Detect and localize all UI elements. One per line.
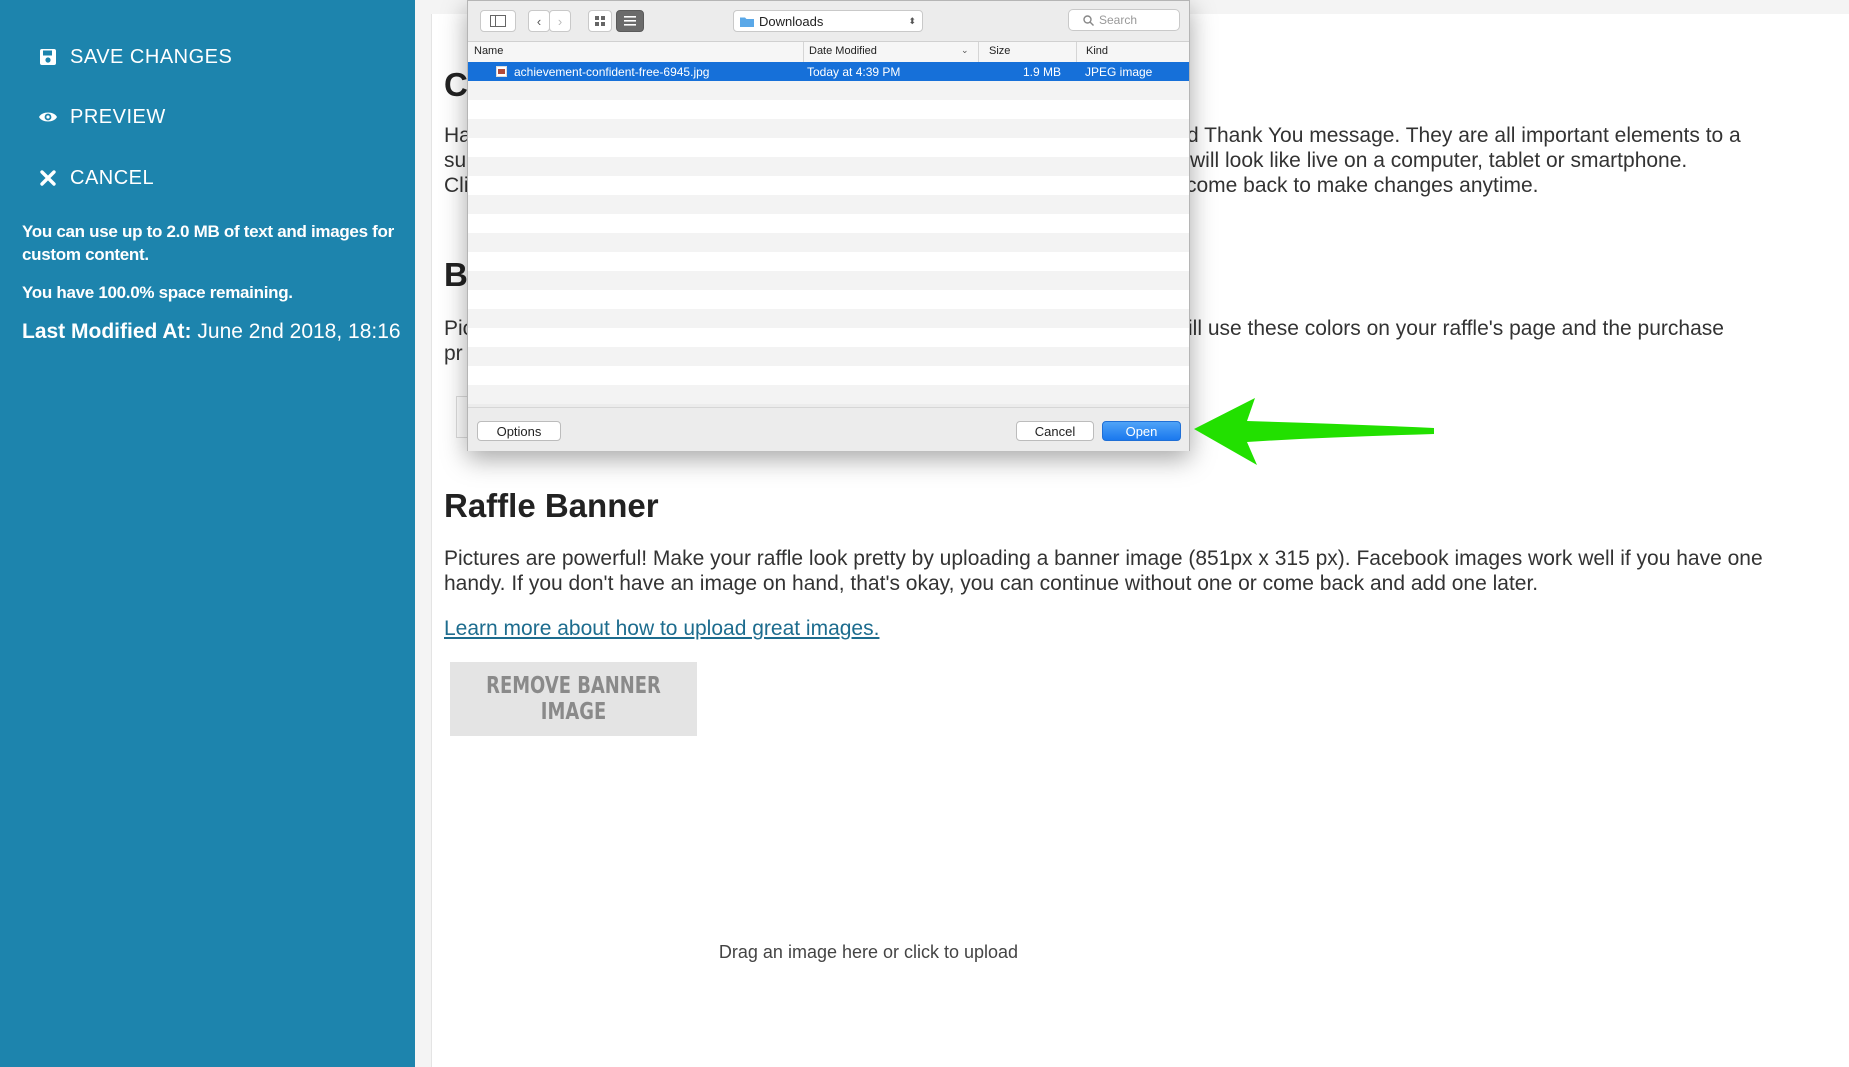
text-fragment: su bbox=[444, 149, 467, 172]
icon-view-button[interactable] bbox=[588, 10, 612, 32]
empty-row bbox=[468, 195, 1189, 214]
empty-row bbox=[468, 252, 1189, 271]
up-down-chevron-icon: ⬍ bbox=[908, 15, 916, 26]
empty-row bbox=[468, 309, 1189, 328]
file-open-dialog: ‹ › Downloads ⬍ Search Name Date Modifie… bbox=[467, 0, 1190, 451]
storage-usage-text: You can use up to 2.0 MB of text and ima… bbox=[22, 222, 394, 264]
file-row[interactable]: achievement-confident-free-6945.jpg Toda… bbox=[468, 62, 1189, 81]
save-icon bbox=[40, 49, 56, 65]
empty-row bbox=[468, 385, 1189, 404]
eye-icon bbox=[39, 112, 57, 122]
back-button[interactable]: ‹ bbox=[528, 10, 550, 32]
sidebar-toggle-button[interactable] bbox=[480, 10, 516, 32]
text-fragment: come back to make changes anytime. bbox=[1186, 174, 1539, 197]
empty-row bbox=[468, 347, 1189, 366]
column-date-modified[interactable]: Date Modified bbox=[809, 45, 877, 57]
remove-banner-button[interactable]: REMOVE BANNER IMAGE bbox=[450, 662, 697, 736]
folder-selector[interactable]: Downloads ⬍ bbox=[733, 10, 923, 32]
file-date: Today at 4:39 PM bbox=[807, 65, 901, 79]
preview-button[interactable]: PREVIEW bbox=[38, 99, 166, 135]
empty-row bbox=[468, 290, 1189, 309]
space-remaining-text: You have 100.0% space remaining. bbox=[22, 283, 293, 302]
open-button[interactable]: Open bbox=[1102, 421, 1181, 441]
empty-row bbox=[468, 176, 1189, 195]
file-list: achievement-confident-free-6945.jpg Toda… bbox=[468, 62, 1189, 407]
sidebar: SAVE CHANGES PREVIEW CANCEL You can use … bbox=[0, 0, 415, 1067]
text-fragment: will look like live on a computer, table… bbox=[1190, 149, 1688, 172]
last-modified-label: Last Modified At: bbox=[22, 320, 192, 343]
remove-banner-label: REMOVE BANNER IMAGE bbox=[486, 673, 661, 725]
file-name: achievement-confident-free-6945.jpg bbox=[514, 65, 710, 79]
image-file-icon bbox=[496, 66, 507, 77]
learn-more-container: Learn more about how to upload great ima… bbox=[444, 616, 1824, 641]
column-size[interactable]: Size bbox=[989, 45, 1010, 57]
preview-label: PREVIEW bbox=[70, 105, 166, 128]
close-icon bbox=[40, 170, 56, 186]
image-dropzone[interactable]: Drag an image here or click to upload bbox=[0, 942, 1849, 963]
empty-row bbox=[468, 157, 1189, 176]
file-kind: JPEG image bbox=[1085, 65, 1153, 79]
text-fragment: pr bbox=[444, 342, 463, 365]
search-placeholder: Search bbox=[1099, 13, 1138, 27]
empty-row bbox=[468, 328, 1189, 347]
empty-row bbox=[468, 119, 1189, 138]
text-fragment: d Thank You message. They are all import… bbox=[1187, 124, 1741, 147]
last-modified: Last Modified At: June 2nd 2018, 18:16 bbox=[22, 320, 401, 344]
empty-row bbox=[468, 100, 1189, 119]
annotation-arrow-icon bbox=[1194, 398, 1434, 465]
empty-row bbox=[468, 138, 1189, 157]
list-icon bbox=[624, 16, 636, 26]
last-modified-value: June 2nd 2018, 18:16 bbox=[197, 320, 401, 343]
empty-row bbox=[468, 233, 1189, 252]
dialog-cancel-button[interactable]: Cancel bbox=[1016, 421, 1094, 441]
file-list-header: Name Date Modified ⌄ Size Kind bbox=[468, 41, 1189, 63]
empty-row bbox=[468, 366, 1189, 385]
save-changes-label: SAVE CHANGES bbox=[70, 45, 233, 68]
forward-button[interactable]: › bbox=[549, 10, 571, 32]
text-fragment: Cli bbox=[444, 174, 469, 197]
file-size: 1.9 MB bbox=[1023, 65, 1062, 79]
raffle-banner-heading: Raffle Banner bbox=[444, 487, 659, 524]
options-button[interactable]: Options bbox=[477, 421, 561, 441]
search-field[interactable]: Search bbox=[1068, 9, 1180, 31]
empty-row bbox=[468, 81, 1189, 100]
empty-row bbox=[468, 214, 1189, 233]
chevron-down-icon: ⌄ bbox=[961, 45, 969, 55]
raffle-banner-description: Pictures are powerful! Make your raffle … bbox=[444, 547, 1763, 595]
folder-name: Downloads bbox=[759, 13, 824, 29]
column-kind[interactable]: Kind bbox=[1086, 45, 1108, 57]
chevron-right-icon: › bbox=[557, 13, 563, 29]
folder-icon bbox=[740, 17, 754, 27]
color-picker-edge[interactable] bbox=[456, 396, 467, 438]
raffle-banner-section: Raffle Banner bbox=[444, 487, 1824, 524]
text-fragment: ill use these colors on your raffle's pa… bbox=[1188, 317, 1724, 340]
cancel-button[interactable]: CANCEL bbox=[38, 160, 154, 196]
save-changes-button[interactable]: SAVE CHANGES bbox=[38, 39, 232, 75]
column-name[interactable]: Name bbox=[474, 45, 503, 57]
list-view-button[interactable] bbox=[616, 10, 644, 32]
chevron-left-icon: ‹ bbox=[536, 13, 542, 29]
learn-more-link[interactable]: Learn more about how to upload great ima… bbox=[444, 617, 879, 640]
grid-icon bbox=[595, 16, 605, 26]
empty-row bbox=[468, 271, 1189, 290]
dropzone-text: Drag an image here or click to upload bbox=[718, 942, 1019, 962]
sidebar-icon bbox=[490, 15, 506, 27]
cancel-label: CANCEL bbox=[70, 166, 155, 189]
search-icon bbox=[1083, 14, 1094, 26]
